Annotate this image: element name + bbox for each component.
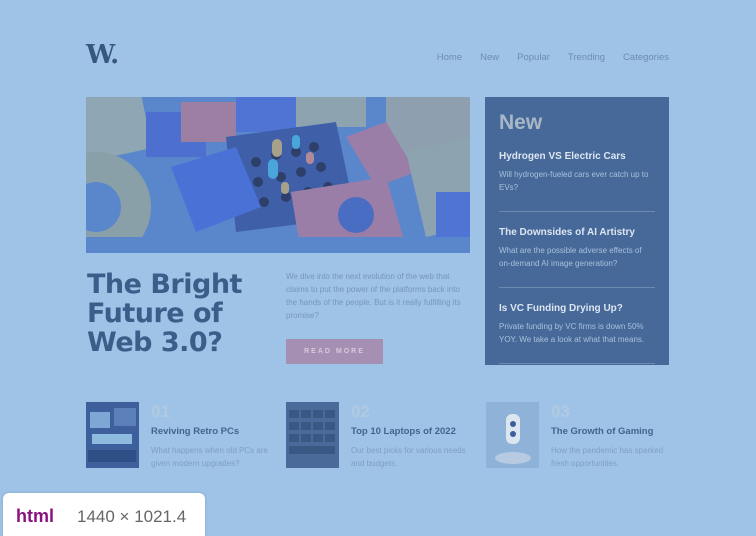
bottom-article[interactable]: 03 The Growth of Gaming How the pandemic…: [486, 402, 676, 472]
main-description: We dive into the next evolution of the w…: [286, 272, 461, 320]
new-item-title[interactable]: Is VC Funding Drying Up?: [499, 303, 655, 314]
main-headline: The Bright Future of Web 3.0?: [87, 269, 242, 358]
new-panel-title: New: [499, 111, 543, 134]
element-tag: html: [16, 506, 54, 526]
new-item-title[interactable]: The Downsides of AI Artistry: [499, 227, 655, 238]
new-item[interactable]: Is VC Funding Drying Up? Private funding…: [499, 303, 655, 346]
new-item[interactable]: Hydrogen VS Electric Cars Will hydrogen-…: [499, 151, 655, 194]
article-title[interactable]: Top 10 Laptops of 2022: [351, 426, 456, 437]
nav-new[interactable]: New: [480, 52, 499, 63]
element-dimensions: 1440 × 1021.4: [77, 507, 187, 526]
article-desc: How the pandemic has sparked fresh oppor…: [551, 446, 664, 468]
game-controller-thumbnail: [486, 402, 539, 468]
divider: [499, 363, 655, 364]
new-articles-panel: New Hydrogen VS Electric Cars Will hydro…: [485, 97, 669, 365]
nav-categories[interactable]: Categories: [623, 52, 669, 63]
hero-image: [86, 97, 470, 253]
site-logo[interactable]: W.: [86, 40, 119, 70]
nav-popular[interactable]: Popular: [517, 52, 550, 63]
divider: [499, 211, 655, 212]
article-number: 02: [351, 402, 370, 421]
abstract-blocks-illustration: [86, 97, 470, 253]
article-title[interactable]: Reviving Retro PCs: [151, 426, 239, 437]
nav-trending[interactable]: Trending: [568, 52, 605, 63]
new-item-desc: What are the possible adverse effects of…: [499, 246, 642, 268]
new-item[interactable]: The Downsides of AI Artistry What are th…: [499, 227, 655, 270]
new-item-desc: Will hydrogen-fueled cars ever catch up …: [499, 170, 649, 192]
laptop-keyboard-thumbnail: [286, 402, 339, 468]
new-item-title[interactable]: Hydrogen VS Electric Cars: [499, 151, 655, 162]
article-desc: What happens when old PCs are given mode…: [151, 446, 268, 468]
new-item-desc: Private funding by VC firms is down 50% …: [499, 322, 645, 344]
article-number: 03: [551, 402, 570, 421]
bottom-article[interactable]: 01 Reviving Retro PCs What happens when …: [86, 402, 276, 472]
retro-pc-thumbnail: [86, 402, 139, 468]
bottom-article[interactable]: 02 Top 10 Laptops of 2022 Our best picks…: [286, 402, 476, 472]
article-desc: Our best picks for various needs and bud…: [351, 446, 466, 468]
article-number: 01: [151, 402, 170, 421]
divider: [499, 287, 655, 288]
nav-home[interactable]: Home: [437, 52, 462, 63]
read-more-button[interactable]: READ MORE: [286, 339, 383, 364]
devtools-element-tooltip: html 1440 × 1021.4: [3, 493, 205, 536]
main-nav: Home New Popular Trending Categories: [437, 52, 669, 63]
article-title[interactable]: The Growth of Gaming: [551, 426, 653, 437]
